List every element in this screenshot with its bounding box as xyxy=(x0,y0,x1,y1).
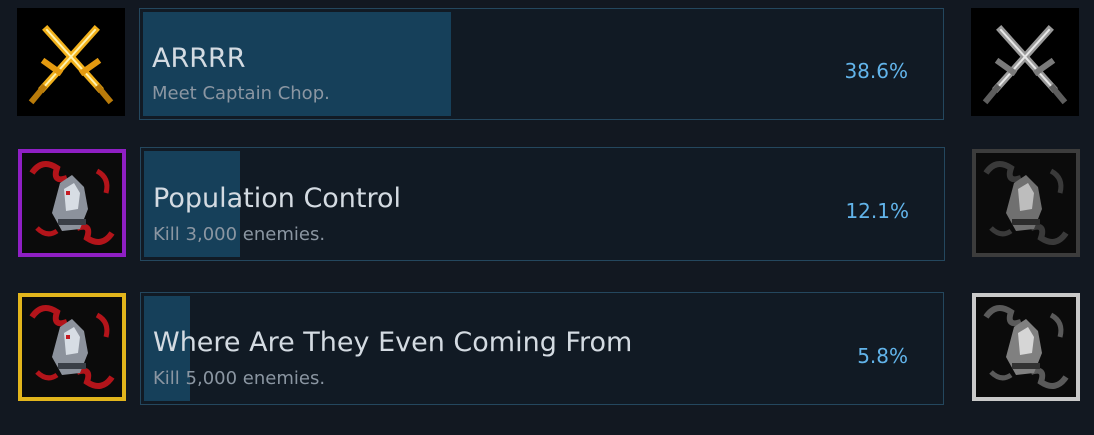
achievement-panel: ARRRR Meet Captain Chop. 38.6% xyxy=(139,8,944,120)
werewolf-silver-frame-icon xyxy=(972,293,1080,401)
achievement-description: Kill 3,000 enemies. xyxy=(153,224,326,245)
achievement-percent: 38.6% xyxy=(844,59,908,83)
werewolf-gold-frame-icon xyxy=(18,293,126,401)
werewolf-purple-frame-icon xyxy=(18,149,126,257)
achievement-row[interactable]: ARRRR Meet Captain Chop. 38.6% xyxy=(0,0,1094,120)
werewolf-grey-frame-icon xyxy=(972,149,1080,257)
crossed-swords-gold-icon xyxy=(17,8,125,116)
achievement-row[interactable]: Where Are They Even Coming From Kill 5,0… xyxy=(0,285,1094,405)
achievement-title: ARRRR xyxy=(152,43,246,74)
achievement-title: Population Control xyxy=(153,183,402,214)
achievement-panel: Where Are They Even Coming From Kill 5,0… xyxy=(140,292,944,405)
achievement-row[interactable]: Population Control Kill 3,000 enemies. 1… xyxy=(0,140,1094,261)
crossed-swords-grey-icon xyxy=(971,8,1079,116)
achievement-percent: 5.8% xyxy=(857,344,908,368)
achievement-percent: 12.1% xyxy=(845,199,909,223)
achievement-description: Meet Captain Chop. xyxy=(152,83,330,104)
achievement-panel: Population Control Kill 3,000 enemies. 1… xyxy=(140,147,945,261)
achievement-title: Where Are They Even Coming From xyxy=(153,327,633,358)
achievement-description: Kill 5,000 enemies. xyxy=(153,368,326,389)
